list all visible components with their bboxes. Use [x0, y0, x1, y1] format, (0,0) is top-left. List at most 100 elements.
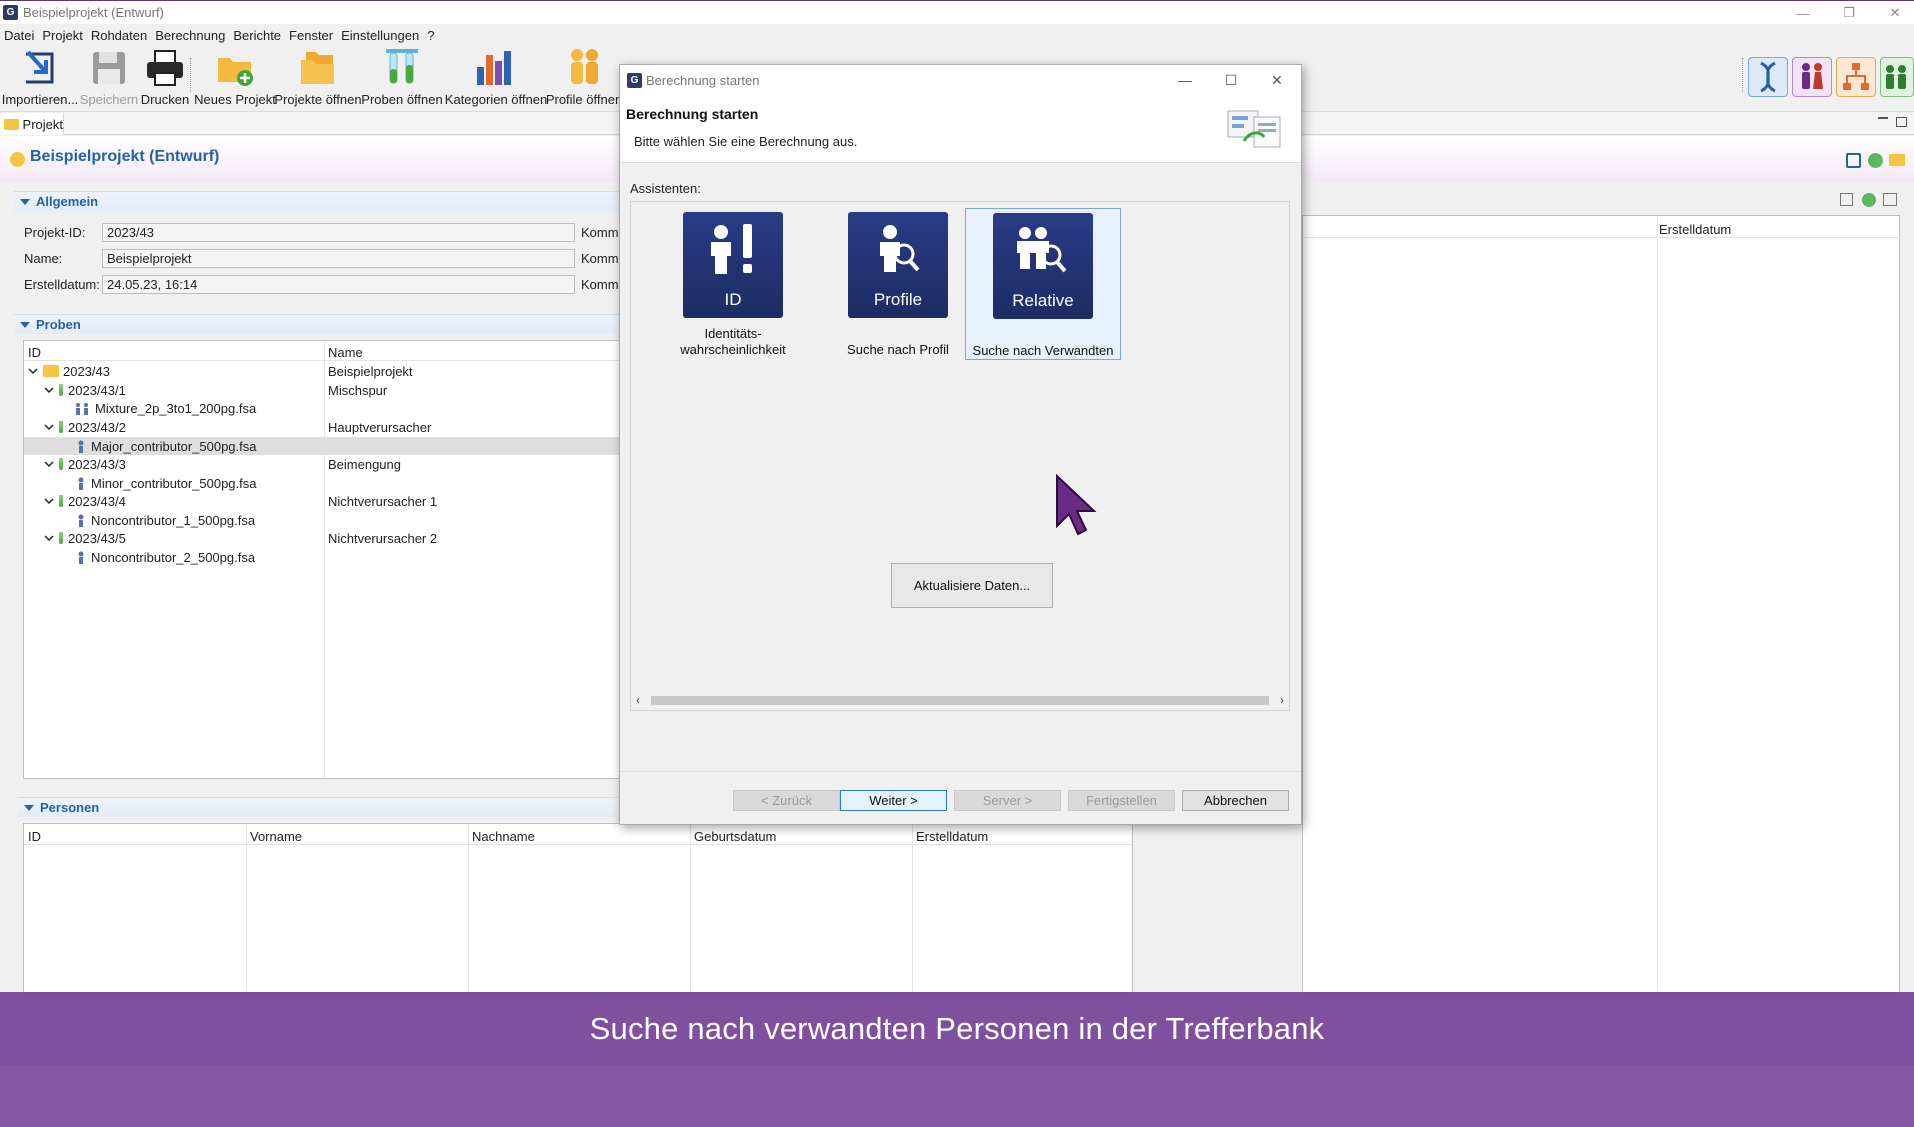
open-samples-button[interactable]: Proben öffnen: [361, 46, 443, 112]
restore-button[interactable]: ❐: [1826, 1, 1872, 25]
print-button[interactable]: Drucken: [140, 46, 190, 112]
dna-view-button[interactable]: [1748, 57, 1788, 97]
server-button[interactable]: Server >: [954, 790, 1061, 811]
table-row[interactable]: Major_contributor_500pg.fsa: [76, 437, 257, 455]
import-button[interactable]: Importieren...: [2, 46, 78, 112]
menu-einstellungen[interactable]: Einstellungen: [341, 28, 419, 43]
persons-view-button[interactable]: [1792, 57, 1832, 97]
samples-tree-table: ID Name 2023/43 Beispielprojekt 2023/43/…: [23, 340, 623, 779]
dialog-close-button[interactable]: ✕: [1254, 65, 1300, 95]
maximize-view-icon[interactable]: [1896, 117, 1907, 127]
dialog-maximize-button[interactable]: ☐: [1208, 65, 1254, 95]
test-tube-icon: [59, 495, 63, 507]
open-profiles-button[interactable]: Profile öffnen: [546, 46, 622, 112]
open-projects-button[interactable]: Projekte öffnen: [274, 46, 362, 112]
group-view-button[interactable]: [1880, 57, 1914, 97]
back-button[interactable]: < Zurück: [733, 790, 840, 811]
table-row[interactable]: 2023/43/4: [44, 492, 126, 510]
folder-remove-icon[interactable]: [1889, 154, 1905, 166]
chevron-down-icon[interactable]: [44, 496, 54, 506]
person-icon: [78, 477, 84, 490]
chevron-down-icon[interactable]: [28, 366, 38, 376]
table-row[interactable]: 2023/43/2: [44, 418, 126, 436]
categories-chart-icon: [474, 46, 518, 90]
menu-fenster[interactable]: Fenster: [289, 28, 333, 43]
wizard-identity-probability[interactable]: ID Identitäts-wahrscheinlichkeit: [655, 208, 811, 360]
dialog-minimize-button[interactable]: —: [1162, 65, 1208, 95]
minimize-button[interactable]: —: [1780, 1, 1826, 25]
family-tree-icon: [1843, 63, 1869, 90]
table-row[interactable]: Minor_contributor_500pg.fsa: [76, 474, 257, 492]
wizard-tile-relative: Relative: [993, 213, 1093, 319]
table-row[interactable]: 2023/43/5: [44, 529, 126, 547]
column-header-erstelldatum[interactable]: Erstelldatum: [916, 829, 988, 844]
open-categories-button[interactable]: Kategorien öffnen: [445, 46, 547, 112]
wizard-profile-search[interactable]: Profile Suche nach Profil: [820, 208, 976, 360]
collapse-triangle-icon: [20, 198, 30, 205]
scrollbar-thumb[interactable]: [651, 696, 1269, 705]
menu-berechnung[interactable]: Berechnung: [155, 28, 225, 43]
caption-text: Suche nach verwandten Personen in der Tr…: [589, 1011, 1325, 1046]
scroll-right-icon[interactable]: ›: [1280, 693, 1284, 707]
menu-datei[interactable]: Datei: [4, 28, 34, 43]
name-field[interactable]: Beispielprojekt: [102, 249, 575, 268]
column-header-nachname[interactable]: Nachname: [472, 829, 535, 844]
export-icon[interactable]: [1883, 193, 1897, 206]
column-divider: [912, 824, 913, 992]
chevron-down-icon[interactable]: [44, 533, 54, 543]
table-row[interactable]: Mixture_2p_3to1_200pg.fsa: [74, 399, 256, 417]
cancel-button[interactable]: Abbrechen: [1182, 790, 1289, 811]
next-button[interactable]: Weiter >: [840, 790, 947, 811]
column-divider: [690, 824, 691, 992]
created-date-field[interactable]: 24.05.23, 16:14: [102, 275, 575, 294]
table-row[interactable]: 2023/43: [28, 362, 110, 380]
new-project-button[interactable]: Neues Projekt: [194, 46, 276, 112]
menu-projekt[interactable]: Projekt: [42, 28, 82, 43]
chevron-down-icon[interactable]: [44, 422, 54, 432]
project-id-field[interactable]: 2023/43: [102, 223, 575, 242]
menu-help[interactable]: ?: [427, 28, 434, 43]
column-header-erstelldatum[interactable]: Erstelldatum: [1659, 222, 1731, 237]
run-icon[interactable]: [1862, 193, 1876, 207]
section-proben[interactable]: Proben: [14, 314, 619, 334]
test-tube-icon: [59, 384, 63, 396]
column-header-geburtsdatum[interactable]: Geburtsdatum: [694, 829, 776, 844]
toolbar-separator: [190, 58, 192, 92]
table-row[interactable]: 2023/43/3: [44, 455, 126, 473]
status-green-icon[interactable]: [1868, 153, 1883, 168]
test-tube-icon: [59, 532, 63, 544]
column-header-vorname[interactable]: Vorname: [250, 829, 302, 844]
dialog-button-bar: < Zurück Weiter > Server > Fertigstellen…: [620, 771, 1301, 825]
column-header-name[interactable]: Name: [328, 345, 363, 360]
sample-name-cell: Beispielprojekt: [328, 363, 413, 379]
chevron-down-icon[interactable]: [44, 459, 54, 469]
refresh-data-button[interactable]: Aktualisiere Daten...: [891, 563, 1053, 608]
save-button[interactable]: Speichern: [80, 46, 138, 112]
assistants-panel: ID Identitäts-wahrscheinlichkeit Profile…: [630, 201, 1290, 711]
layout-toggle-icon[interactable]: [1840, 193, 1853, 206]
minimize-view-icon[interactable]: [1878, 117, 1888, 119]
test-tube-icon: [59, 421, 63, 433]
start-calculation-dialog: G Berechnung starten — ☐ ✕ Berechnung st…: [619, 64, 1302, 825]
table-row[interactable]: 2023/43/1: [44, 381, 126, 399]
scroll-left-icon[interactable]: ‹: [636, 693, 640, 707]
window-titlebar: G Beispielprojekt (Entwurf) — ❐ ✕: [0, 0, 1914, 24]
table-row[interactable]: Noncontributor_2_500pg.fsa: [76, 548, 255, 566]
pedigree-view-button[interactable]: [1836, 57, 1876, 97]
menu-berichte[interactable]: Berichte: [233, 28, 281, 43]
wizard-relative-search[interactable]: Relative Suche nach Verwandten: [965, 208, 1121, 360]
close-window-button[interactable]: ✕: [1872, 1, 1914, 25]
chevron-down-icon[interactable]: [44, 385, 54, 395]
finish-button[interactable]: Fertigstellen: [1068, 790, 1175, 811]
app-logo-icon: G: [627, 72, 642, 88]
tab-projekt[interactable]: Projekt: [0, 113, 64, 135]
column-header-id[interactable]: ID: [28, 829, 41, 844]
dialog-header: Berechnung starten Bitte wählen Sie eine…: [620, 95, 1301, 163]
section-allgemein[interactable]: Allgemein: [14, 191, 619, 211]
table-row[interactable]: Noncontributor_1_500pg.fsa: [76, 511, 255, 529]
external-link-icon[interactable]: [1846, 153, 1861, 168]
horizontal-scrollbar[interactable]: ‹ ›: [633, 691, 1287, 709]
relatives-magnifier-icon: [1017, 227, 1067, 273]
column-header-id[interactable]: ID: [28, 345, 41, 360]
menu-rohdaten[interactable]: Rohdaten: [91, 28, 147, 43]
